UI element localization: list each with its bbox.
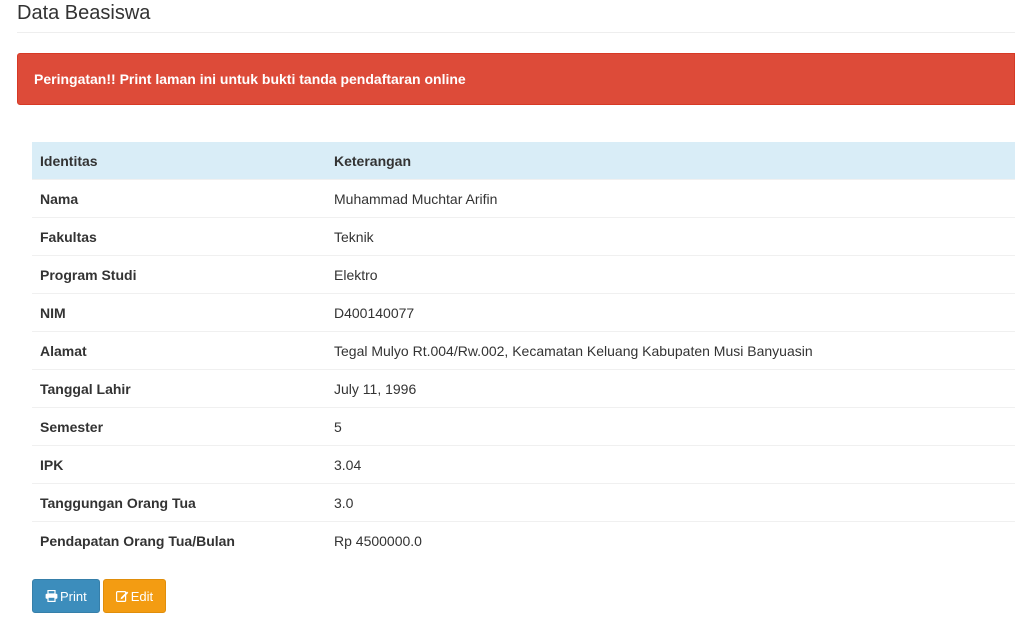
action-buttons: Print Edit (32, 579, 167, 613)
row-label: Nama (32, 179, 326, 218)
table-row: NIM D400140077 (32, 293, 1015, 332)
table-row: IPK 3.04 (32, 445, 1015, 484)
print-button[interactable]: Print (32, 579, 100, 613)
page: Data Beasiswa Peringatan!! Print laman i… (0, 0, 1015, 627)
title-divider (17, 32, 1015, 33)
row-label: Alamat (32, 331, 326, 370)
row-label: Fakultas (32, 217, 326, 256)
row-value: 5 (326, 407, 1015, 446)
row-label: Tanggal Lahir (32, 369, 326, 408)
print-icon (45, 590, 58, 602)
row-label: NIM (32, 293, 326, 332)
row-label: Semester (32, 407, 326, 446)
edit-button-label: Edit (130, 588, 154, 604)
table-row: Program Studi Elektro (32, 255, 1015, 294)
row-value: Tegal Mulyo Rt.004/Rw.002, Kecamatan Kel… (326, 331, 1015, 370)
row-value: Teknik (326, 217, 1015, 256)
edit-button[interactable]: Edit (102, 579, 167, 613)
row-label: IPK (32, 445, 326, 484)
row-value: July 11, 1996 (326, 369, 1015, 408)
warning-alert: Peringatan!! Print laman ini untuk bukti… (17, 53, 1015, 105)
row-value: Muhammad Muchtar Arifin (326, 179, 1015, 218)
row-value: 3.04 (326, 445, 1015, 484)
scholarship-data-table: Identitas Keterangan Nama Muhammad Mucht… (32, 142, 1015, 559)
table-row: Tanggal Lahir July 11, 1996 (32, 369, 1015, 408)
column-header-keterangan: Keterangan (326, 142, 1015, 180)
row-value: Rp 4500000.0 (326, 521, 1015, 559)
row-value: Elektro (326, 255, 1015, 294)
row-value: 3.0 (326, 483, 1015, 522)
table-row: Alamat Tegal Mulyo Rt.004/Rw.002, Kecama… (32, 331, 1015, 370)
row-label: Tanggungan Orang Tua (32, 483, 326, 522)
row-label: Pendapatan Orang Tua/Bulan (32, 521, 326, 559)
page-title: Data Beasiswa (17, 2, 151, 24)
row-label: Program Studi (32, 255, 326, 294)
table-row: Pendapatan Orang Tua/Bulan Rp 4500000.0 (32, 521, 1015, 559)
table-row: Tanggungan Orang Tua 3.0 (32, 483, 1015, 522)
column-header-identitas: Identitas (32, 142, 326, 180)
table-header-row: Identitas Keterangan (32, 142, 1015, 180)
print-button-label: Print (60, 588, 87, 604)
edit-icon (115, 590, 129, 602)
row-value: D400140077 (326, 293, 1015, 332)
table-row: Fakultas Teknik (32, 217, 1015, 256)
table-row: Semester 5 (32, 407, 1015, 446)
table-row: Nama Muhammad Muchtar Arifin (32, 179, 1015, 218)
